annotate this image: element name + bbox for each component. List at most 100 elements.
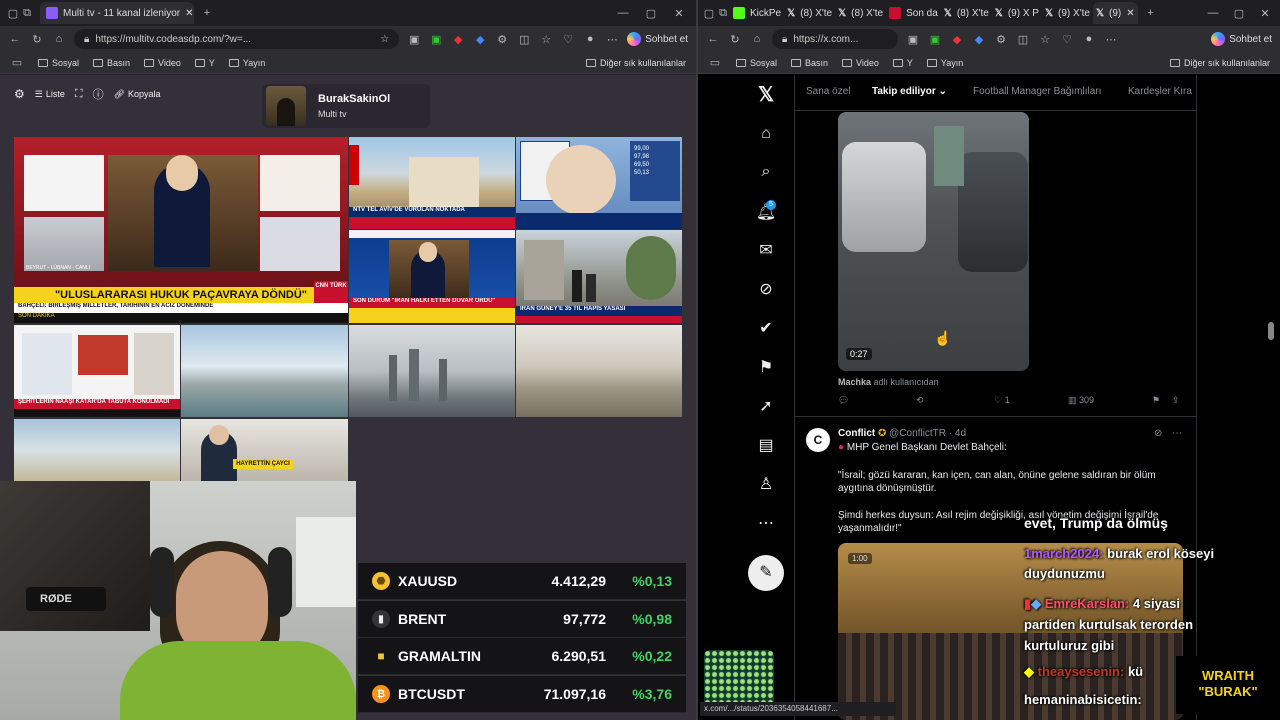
favorites-icon[interactable]: ☆ <box>1038 33 1052 46</box>
workspaces-icon[interactable]: ⧉ <box>716 7 730 20</box>
extension-icon[interactable]: ▣ <box>928 33 942 46</box>
compose-post-button[interactable]: ✎ <box>748 555 784 591</box>
bookmark-folder[interactable]: Yayın <box>926 58 963 68</box>
tv-cell-presenter[interactable]: 99,00 97,98 69,50 50,13 <box>516 137 682 229</box>
refresh-icon[interactable]: ↻ <box>30 33 44 46</box>
extension-icon[interactable]: ▣ <box>429 33 443 46</box>
bookmark-tab-icon[interactable]: ▭ <box>708 56 722 69</box>
maximize-icon[interactable]: ▢ <box>644 7 658 20</box>
split-screen-icon[interactable]: ◫ <box>1016 33 1030 46</box>
close-tab-icon[interactable]: ✕ <box>185 8 193 19</box>
split-screen-icon[interactable]: ◫ <box>517 33 531 46</box>
bookmark-folder[interactable]: Y <box>892 58 913 68</box>
tv-cell-ntv[interactable]: NTV TEL AVİV'DE VURULAN NOKTADA <box>349 137 515 229</box>
maximize-icon[interactable]: ▢ <box>1232 7 1246 20</box>
lists-icon[interactable]: ▤ <box>754 433 778 457</box>
other-bookmarks[interactable]: Diğer sık kullanılanlar <box>1169 58 1270 68</box>
extensions-icon[interactable]: ⚙ <box>994 33 1008 46</box>
more-icon[interactable]: ⋯ <box>754 511 778 535</box>
grok-icon[interactable]: ⊘ <box>754 277 778 301</box>
reply-icon[interactable]: 💬︎ <box>838 395 916 406</box>
tv-cell-street[interactable]: İRAN GÜNEY'E 35 TIL HAPİS YASASI <box>516 230 682 323</box>
minimize-icon[interactable]: — <box>616 7 630 19</box>
back-icon[interactable]: ← <box>8 33 22 45</box>
bookmark-folder[interactable]: Video <box>842 58 879 68</box>
more-menu-icon[interactable]: ⋯ <box>1104 33 1118 46</box>
bookmark-folder[interactable]: Basın <box>791 58 828 68</box>
list-button[interactable]: ☰ Liste <box>35 89 65 100</box>
jobs-icon[interactable]: ➚ <box>754 394 778 418</box>
extension-icon[interactable]: ◆ <box>950 33 964 46</box>
home-icon[interactable]: ⌂ <box>750 33 764 45</box>
bookmark-folder[interactable]: Y <box>194 58 215 68</box>
other-bookmarks[interactable]: Diğer sık kullanılanlar <box>585 58 686 68</box>
views-button[interactable]: ▥ 309 <box>1068 395 1152 406</box>
post-author[interactable]: Conflict <box>838 428 875 439</box>
close-window-icon[interactable]: ✕ <box>1258 7 1272 20</box>
like-button[interactable]: ♡ 1 <box>994 395 1068 406</box>
close-tab-icon[interactable]: ✕ <box>1126 8 1134 19</box>
tab-multitv[interactable]: Multi tv - 11 kanal izleniyor ✕ <box>40 2 194 24</box>
timeline-tab-active[interactable]: Takip ediliyor ⌄ <box>872 86 947 97</box>
extension-icon[interactable]: ◆ <box>451 33 465 46</box>
timeline-tab[interactable]: Kardeşler Kıra <box>1128 86 1192 97</box>
scrollbar-thumb[interactable] <box>1268 322 1274 340</box>
bookmark-folder[interactable]: Sosyal <box>736 58 777 68</box>
favorite-star-icon[interactable]: ☆ <box>380 34 389 45</box>
copilot-button[interactable]: Sohbet et <box>1211 32 1272 46</box>
bookmarks-icon[interactable]: ⚑ <box>754 355 778 379</box>
profile-card[interactable]: BurakSakinOl Multi tv <box>262 84 430 128</box>
tv-cell-town[interactable] <box>14 419 180 481</box>
url-field[interactable]: 🔒︎ https://x.com... <box>772 29 898 49</box>
tv-cell-studio[interactable]: ŞEHİTLERİN NAAŞI KATAR'DA TABUTA KONULMA… <box>14 325 180 417</box>
extensions-icon[interactable]: ⚙ <box>495 33 509 46</box>
fullscreen-icon[interactable]: ⛶ <box>75 88 83 101</box>
tab-kick[interactable]: KickPe <box>730 2 784 24</box>
profile-icon[interactable]: ▢ <box>702 7 716 20</box>
tv-cell-aerial[interactable] <box>516 325 682 417</box>
minimize-icon[interactable]: — <box>1206 7 1220 19</box>
x-logo-icon[interactable]: 𝕏 <box>754 82 778 106</box>
tab-x-active[interactable]: 𝕏 (9) ✕ <box>1092 2 1138 24</box>
home-icon[interactable]: ⌂ <box>52 33 66 45</box>
copilot-button[interactable]: Sohbet et <box>627 32 688 46</box>
settings-icon[interactable]: ⚙ <box>14 87 25 101</box>
extension-icon[interactable]: ◆ <box>473 33 487 46</box>
back-icon[interactable]: ← <box>706 33 720 45</box>
extension-icon[interactable]: ▣ <box>407 33 421 46</box>
info-icon[interactable]: ⓘ <box>93 86 104 102</box>
tab-x[interactable]: 𝕏 (9) X P <box>992 2 1042 24</box>
collections-icon[interactable]: ♡ <box>561 33 575 46</box>
avatar[interactable]: C <box>806 428 830 452</box>
repost-icon[interactable]: ⟲ <box>916 395 994 406</box>
share-icon[interactable]: ⇪ <box>1172 395 1180 406</box>
new-tab-icon[interactable]: + <box>200 7 214 19</box>
profile-icon[interactable]: ♙ <box>754 472 778 496</box>
more-menu-icon[interactable]: ⋯ <box>605 33 619 46</box>
timeline-tab[interactable]: Sana özel <box>806 86 850 97</box>
grok-post-icon[interactable]: ⊘ <box>1154 428 1162 439</box>
tab-x[interactable]: 𝕏 (8) X'te <box>784 2 835 24</box>
tv-cell-city[interactable] <box>349 325 515 417</box>
tv-cell-bahceli[interactable]: SON DURUM "İRAN HALKI ETTEN DUVAR ÖRDÜ" <box>349 230 515 323</box>
avatar[interactable]: ● <box>1082 33 1096 45</box>
profile-icon[interactable]: ▢ <box>6 7 20 20</box>
bookmark-folder[interactable]: Yayın <box>228 58 265 68</box>
tab-news[interactable]: Son da <box>886 2 941 24</box>
tab-x[interactable]: 𝕏 (8) X'te <box>835 2 886 24</box>
extension-icon[interactable]: ◆ <box>972 33 986 46</box>
post-more-icon[interactable]: ⋯ <box>1172 428 1182 439</box>
verified-icon[interactable]: ✔ <box>754 316 778 340</box>
url-field[interactable]: 🔒︎ https://multitv.codeasdp.com/?w=... ☆ <box>74 29 400 49</box>
bookmark-folder[interactable]: Sosyal <box>38 58 79 68</box>
collections-icon[interactable]: ♡ <box>1060 33 1074 46</box>
tv-cell-main[interactable]: BEYRUT - LÜBNAN - CANLI "ULUSLARARASI HU… <box>14 137 348 323</box>
favorites-icon[interactable]: ☆ <box>539 33 553 46</box>
bookmark-tab-icon[interactable]: ▭ <box>10 56 24 69</box>
timeline-tab[interactable]: Football Manager Bağımlıları <box>973 86 1101 97</box>
tv-cell-skyline[interactable] <box>181 325 348 417</box>
messages-icon[interactable]: ✉ <box>754 238 778 262</box>
home-icon[interactable]: ⌂ <box>754 122 778 146</box>
copy-button[interactable]: 🔗︎ Kopyala <box>114 89 161 100</box>
search-icon[interactable]: ⌕ <box>754 160 778 184</box>
